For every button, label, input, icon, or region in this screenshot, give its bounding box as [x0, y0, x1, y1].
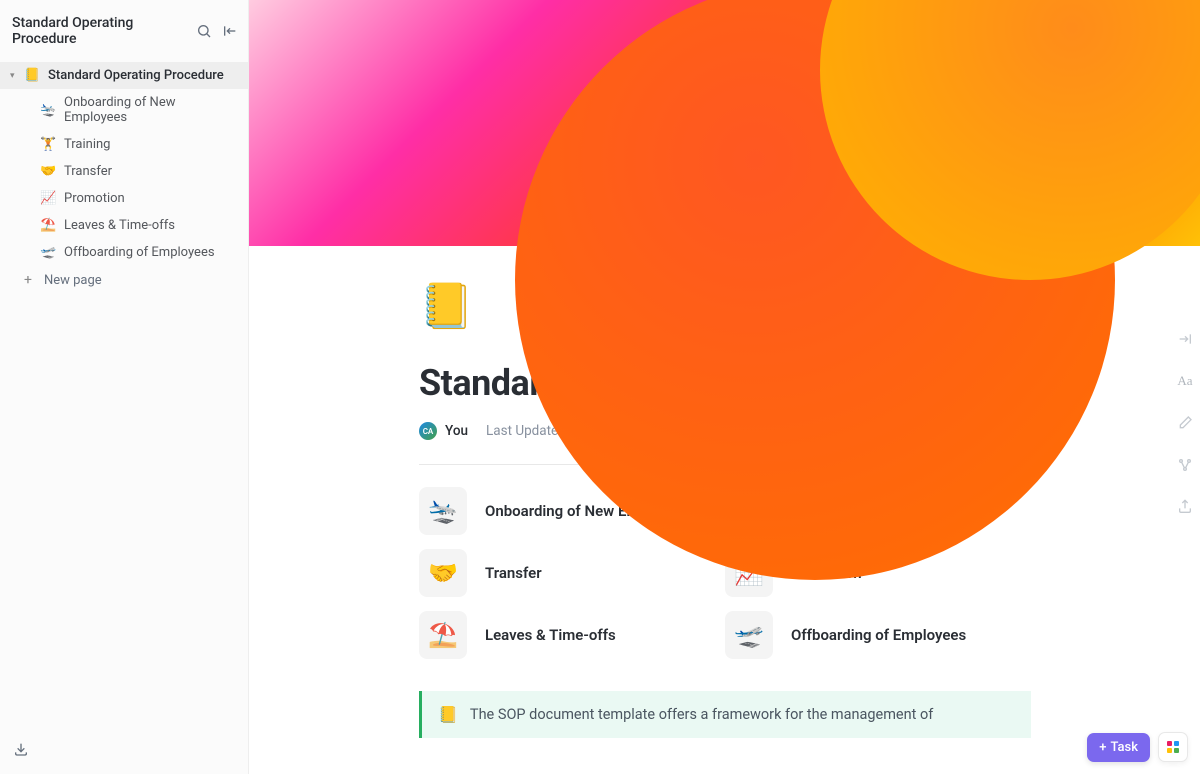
- sidebar: Standard Operating Procedure ▾ 📒 Standar…: [0, 0, 249, 774]
- sidebar-root-label: Standard Operating Procedure: [48, 68, 224, 83]
- sidebar-item-label: Promotion: [64, 191, 125, 206]
- card-transfer[interactable]: 🤝 Transfer: [419, 549, 725, 597]
- sidebar-item-label: Training: [64, 137, 110, 152]
- new-page-label: New page: [44, 273, 102, 288]
- plus-icon: +: [1099, 740, 1106, 755]
- main-content: 📒 Standard Operating Procedure CA You La…: [249, 0, 1200, 774]
- search-icon[interactable]: [196, 23, 212, 39]
- callout-text: The SOP document template offers a frame…: [470, 706, 933, 723]
- sidebar-item-promotion[interactable]: 📈 Promotion: [0, 185, 248, 212]
- landing-plane-icon: 🛬: [419, 487, 467, 535]
- import-icon[interactable]: [6, 734, 36, 764]
- weightlifter-icon: 🏋️: [40, 137, 56, 152]
- handshake-icon: 🤝: [40, 164, 56, 179]
- card-leaves[interactable]: ⛱️ Leaves & Time-offs: [419, 611, 725, 659]
- card-label: Transfer: [485, 564, 542, 582]
- card-offboarding[interactable]: 🛫 Offboarding of Employees: [725, 611, 1031, 659]
- notebook-icon: 📒: [438, 705, 458, 724]
- sidebar-header: Standard Operating Procedure: [0, 0, 248, 62]
- sidebar-item-label: Leaves & Time-offs: [64, 218, 175, 233]
- takeoff-plane-icon: 🛫: [40, 245, 56, 260]
- expand-icon[interactable]: [1176, 330, 1194, 348]
- callout-block[interactable]: 📒 The SOP document template offers a fra…: [419, 691, 1031, 738]
- notebook-icon: 📒: [24, 68, 40, 83]
- sidebar-item-label: Onboarding of New Employees: [64, 95, 238, 125]
- umbrella-icon: ⛱️: [419, 611, 467, 659]
- cover-image[interactable]: [249, 0, 1200, 246]
- umbrella-icon: ⛱️: [40, 218, 56, 233]
- apps-grid-icon: [1167, 741, 1179, 753]
- sidebar-nav: ▾ 📒 Standard Operating Procedure 🛬 Onboa…: [0, 62, 248, 294]
- sidebar-item-leaves[interactable]: ⛱️ Leaves & Time-offs: [0, 212, 248, 239]
- floating-actions: + Task: [1087, 732, 1188, 762]
- task-button-label: Task: [1110, 740, 1138, 755]
- sidebar-item-offboarding[interactable]: 🛫 Offboarding of Employees: [0, 239, 248, 266]
- handshake-icon: 🤝: [419, 549, 467, 597]
- sidebar-item-transfer[interactable]: 🤝 Transfer: [0, 158, 248, 185]
- card-label: Leaves & Time-offs: [485, 626, 616, 644]
- sidebar-item-training[interactable]: 🏋️ Training: [0, 131, 248, 158]
- card-label: Offboarding of Employees: [791, 626, 966, 644]
- relations-icon[interactable]: [1176, 456, 1194, 474]
- share-icon[interactable]: [1176, 498, 1194, 516]
- author-name: You: [445, 423, 468, 439]
- sidebar-item-label: Transfer: [64, 164, 112, 179]
- typography-icon[interactable]: Aa: [1176, 372, 1194, 390]
- edit-icon[interactable]: [1176, 414, 1194, 432]
- sidebar-item-label: Offboarding of Employees: [64, 245, 215, 260]
- plus-icon: +: [24, 272, 32, 288]
- sidebar-item-root[interactable]: ▾ 📒 Standard Operating Procedure: [0, 62, 248, 89]
- takeoff-plane-icon: 🛫: [725, 611, 773, 659]
- chevron-down-icon: ▾: [10, 71, 20, 81]
- chart-up-icon: 📈: [40, 191, 56, 206]
- avatar[interactable]: CA: [419, 422, 437, 440]
- new-page-button[interactable]: + New page: [0, 266, 248, 294]
- sidebar-item-onboarding[interactable]: 🛬 Onboarding of New Employees: [0, 89, 248, 131]
- right-rail: Aa: [1176, 330, 1194, 516]
- sidebar-title: Standard Operating Procedure: [12, 15, 196, 47]
- landing-plane-icon: 🛬: [40, 103, 56, 118]
- collapse-sidebar-icon[interactable]: [222, 23, 238, 39]
- app-switcher-button[interactable]: [1158, 732, 1188, 762]
- create-task-button[interactable]: + Task: [1087, 733, 1150, 762]
